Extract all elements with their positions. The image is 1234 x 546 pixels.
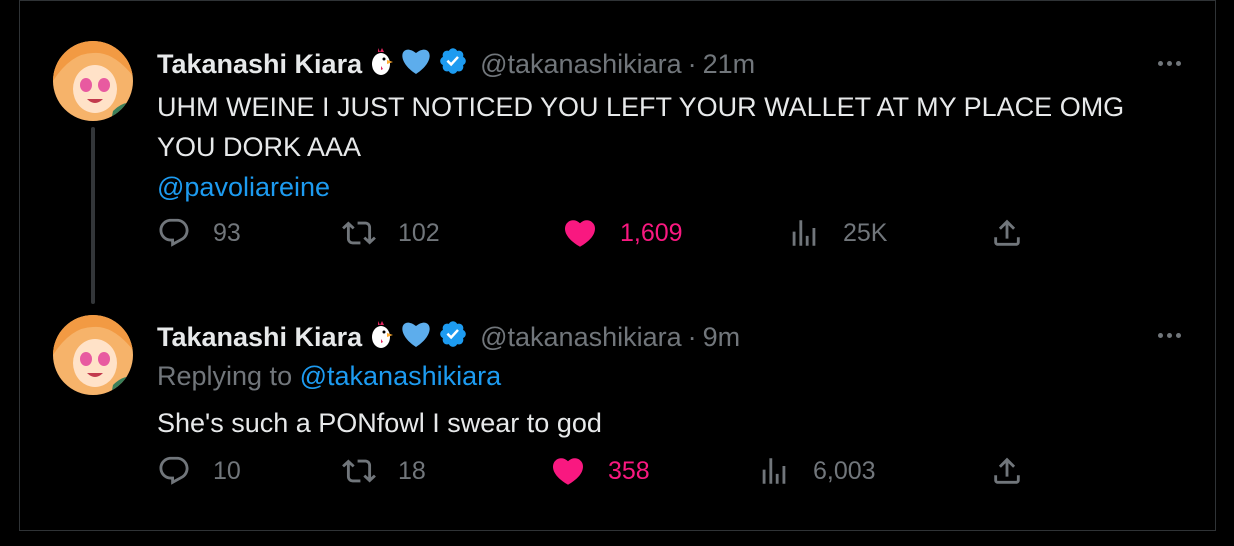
reply-count: 93 <box>213 218 241 247</box>
analytics-icon <box>792 220 816 246</box>
retweet-icon <box>342 459 376 483</box>
timestamp[interactable]: 9m <box>703 322 741 353</box>
more-options-icon[interactable] <box>1158 333 1181 338</box>
replying-to: Replying to @takanashikiara <box>157 361 501 392</box>
tweet-text: She's such a PONfowl I swear to god <box>157 403 1187 443</box>
avatar[interactable] <box>53 41 133 121</box>
tweet[interactable]: Takanashi Kiara @takanashikiara · 21m UH… <box>20 1 1215 304</box>
tweet-text: UHM WEINE I JUST NOTICED YOU LEFT YOUR W… <box>157 87 1187 207</box>
handle[interactable]: @takanashikiara <box>480 49 682 80</box>
like-button[interactable]: 1,609 <box>562 215 683 251</box>
retweet-count: 18 <box>398 456 426 485</box>
separator-dot: · <box>687 322 697 352</box>
verified-badge-icon[interactable] <box>438 46 468 83</box>
retweet-button[interactable]: 102 <box>342 216 440 250</box>
separator-dot: · <box>687 49 697 79</box>
more-options-icon[interactable] <box>1158 61 1181 66</box>
chicken-emoji-icon <box>368 319 394 356</box>
like-count: 1,609 <box>620 218 683 247</box>
views-button[interactable]: 6,003 <box>757 454 876 488</box>
replying-to-link[interactable]: @takanashikiara <box>300 361 502 391</box>
retweet-count: 102 <box>398 218 440 247</box>
share-button[interactable] <box>990 454 1024 488</box>
verified-badge-icon[interactable] <box>438 319 468 356</box>
tweet-body: UHM WEINE I JUST NOTICED YOU LEFT YOUR W… <box>157 92 1125 162</box>
reply-count: 10 <box>213 456 241 485</box>
handle[interactable]: @takanashikiara <box>480 322 682 353</box>
reply-button[interactable]: 10 <box>157 454 241 488</box>
share-icon <box>994 219 1020 246</box>
tweet[interactable]: Takanashi Kiara @takanashikiara · 9m Rep… <box>20 301 1215 531</box>
blue-heart-icon <box>400 319 432 356</box>
share-icon <box>994 457 1020 484</box>
reply-icon <box>159 218 189 247</box>
retweet-icon <box>342 221 376 245</box>
like-button[interactable]: 358 <box>550 453 650 489</box>
like-count: 358 <box>608 456 650 485</box>
heart-filled-icon <box>564 220 596 247</box>
heart-filled-icon <box>552 458 584 485</box>
mention-link[interactable]: @pavoliareine <box>157 167 1187 207</box>
retweet-button[interactable]: 18 <box>342 454 426 488</box>
timeline-frame: Takanashi Kiara @takanashikiara · 21m UH… <box>19 0 1216 531</box>
timestamp[interactable]: 21m <box>703 49 756 80</box>
display-name[interactable]: Takanashi Kiara <box>157 322 362 353</box>
analytics-icon <box>762 458 786 484</box>
view-count: 25K <box>843 218 888 247</box>
display-name[interactable]: Takanashi Kiara <box>157 49 362 80</box>
share-button[interactable] <box>990 216 1024 250</box>
avatar[interactable] <box>53 315 133 395</box>
view-count: 6,003 <box>813 456 876 485</box>
tweet-body: She's such a PONfowl I swear to god <box>157 408 602 438</box>
reply-icon <box>159 456 189 485</box>
blue-heart-icon <box>400 46 432 83</box>
chicken-emoji-icon <box>368 46 394 83</box>
tweet-header: Takanashi Kiara @takanashikiara · 21m <box>157 46 755 83</box>
tweet-header: Takanashi Kiara @takanashikiara · 9m <box>157 319 740 356</box>
replying-prefix: Replying to <box>157 361 293 391</box>
thread-line <box>91 127 95 304</box>
views-button[interactable]: 25K <box>787 216 887 250</box>
reply-button[interactable]: 93 <box>157 216 241 250</box>
